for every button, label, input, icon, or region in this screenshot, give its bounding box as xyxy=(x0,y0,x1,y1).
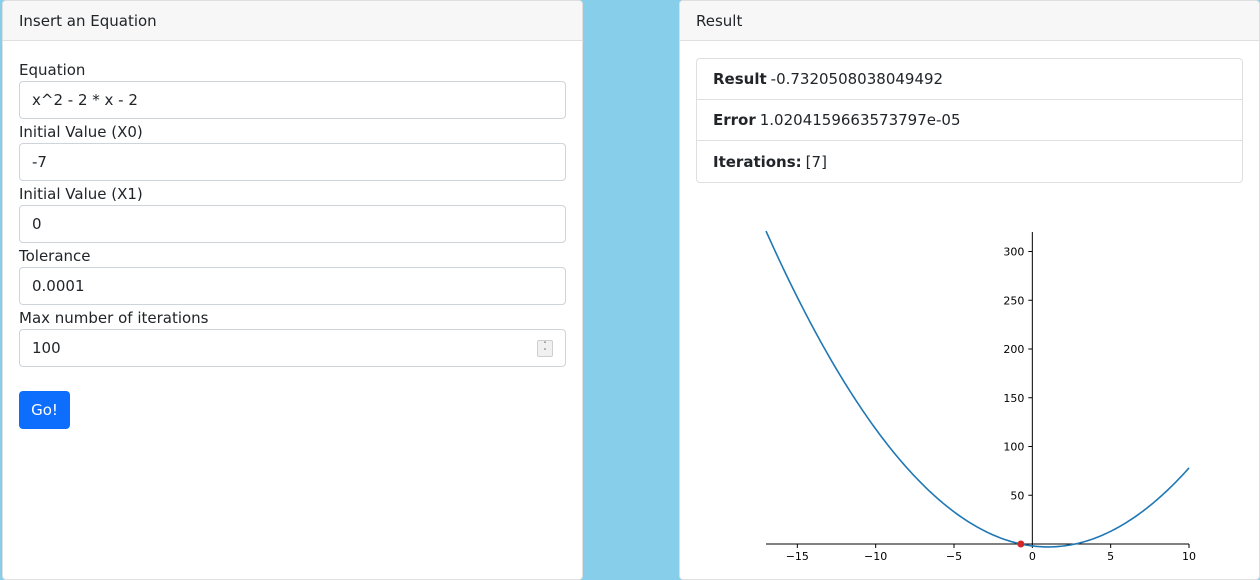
max-iterations-input-value: 100 xyxy=(32,339,61,357)
equation-input[interactable]: x^2 - 2 * x - 2 xyxy=(19,81,566,119)
chevron-down-icon[interactable]: ˅ xyxy=(543,348,547,356)
function-plot: −15 −10 −5 0 5 10 50 100 150 200 250 300 xyxy=(765,230,1196,563)
y-tick-label: 200 xyxy=(1003,343,1024,356)
x-tick-label: −5 xyxy=(946,550,962,563)
tolerance-label: Tolerance xyxy=(19,247,91,265)
x-tick-label: 0 xyxy=(1029,550,1036,563)
equation-card-header: Insert an Equation xyxy=(3,1,582,41)
x1-input-value: 0 xyxy=(32,215,42,233)
x-tick-label: 10 xyxy=(1182,550,1196,563)
x1-input[interactable]: 0 xyxy=(19,205,566,243)
max-iterations-label: Max number of iterations xyxy=(19,309,209,327)
x-tick-label: −10 xyxy=(864,550,887,563)
equation-label: Equation xyxy=(19,61,86,79)
number-spinner[interactable]: ˄ ˅ xyxy=(537,340,553,357)
y-tick-label: 300 xyxy=(1003,246,1024,259)
equation-card: Insert an Equation Equation x^2 - 2 * x … xyxy=(2,0,583,580)
equation-form: Equation x^2 - 2 * x - 2 Initial Value (… xyxy=(3,41,582,367)
tolerance-input-value: 0.0001 xyxy=(32,277,85,295)
x-tick-label: 5 xyxy=(1107,550,1114,563)
x-tick-label: −15 xyxy=(786,550,809,563)
x0-input-value: -7 xyxy=(32,153,47,171)
root-point xyxy=(1017,540,1025,548)
equation-input-value: x^2 - 2 * x - 2 xyxy=(32,91,138,109)
y-tick-label: 50 xyxy=(1010,489,1024,502)
go-button[interactable]: Go! xyxy=(19,391,70,429)
max-iterations-input[interactable]: 100 ˄ ˅ xyxy=(19,329,566,367)
y-tick-label: 250 xyxy=(1003,294,1024,307)
x1-label: Initial Value (X1) xyxy=(19,185,143,203)
tolerance-input[interactable]: 0.0001 xyxy=(19,267,566,305)
y-tick-label: 150 xyxy=(1003,392,1024,405)
result-card: Result Result -0.7320508038049492 Error … xyxy=(679,0,1260,580)
y-tick-label: 100 xyxy=(1003,441,1024,454)
function-curve xyxy=(765,230,1190,548)
x0-label: Initial Value (X0) xyxy=(19,123,143,141)
x0-input[interactable]: -7 xyxy=(19,143,566,181)
